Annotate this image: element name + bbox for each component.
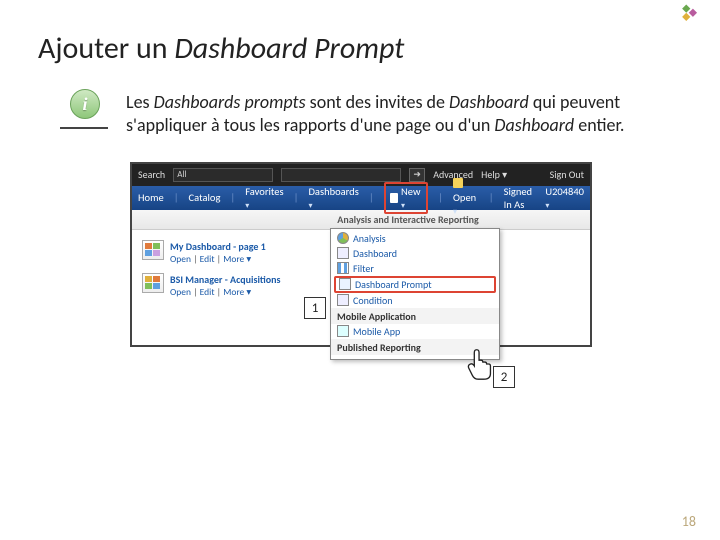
menu-item-filter[interactable]: Filter [331,261,499,276]
menu-item-dashboard[interactable]: Dashboard [331,246,499,261]
nav-open[interactable]: Open [453,178,479,217]
help-menu[interactable]: Help ▾ [481,168,507,181]
navbar: Home | Catalog | Favorites | Dashboards … [132,186,590,210]
menu-item-condition[interactable]: Condition [331,293,499,308]
open-icon [453,178,463,188]
search-label: Search [138,168,165,181]
body-area: My Dashboard - page 1 Open | Edit | More… [132,230,590,345]
filter-icon [337,262,349,274]
nav-favorites[interactable]: Favorites [245,185,283,211]
list-item: BSI Manager - Acquisitions Open | Edit |… [142,273,322,298]
signed-in-as: Signed In As [504,185,536,211]
slide-title-italic: Dashboard Prompt [174,30,404,67]
signout-link[interactable]: Sign Out [550,168,584,181]
list-item: My Dashboard - page 1 Open | Edit | More… [142,240,322,265]
dashboard-link[interactable]: BSI Manager - Acquisitions [170,273,281,286]
open-link[interactable]: Open [170,253,191,265]
menu-item-dashboard-prompt[interactable]: Dashboard Prompt [334,276,496,293]
new-menu-dropdown: Analysis Dashboard Filter Dashboard Prom… [330,228,500,360]
info-glyph: i [70,89,100,119]
topbar: Search All ➜ Advanced Help ▾ Sign Out [132,164,590,186]
recent-dashboards: My Dashboard - page 1 Open | Edit | More… [132,230,328,345]
dashboard-icon [337,247,349,259]
search-go-button[interactable]: ➜ [409,168,425,182]
dashboard-icon [142,273,164,293]
nav-catalog[interactable]: Catalog [189,191,221,204]
edit-link[interactable]: Edit [200,286,215,298]
analysis-icon [337,232,349,244]
section-heading: Analysis and Interactive Reporting [132,210,590,230]
search-scope-dropdown[interactable]: All [173,168,273,182]
nav-new-button[interactable]: New [384,182,428,214]
nav-dashboards[interactable]: Dashboards [308,185,358,211]
prompt-icon [339,278,351,290]
callout-1: 1 [304,297,326,319]
nav-home[interactable]: Home [138,191,164,204]
more-link[interactable]: More ▾ [223,286,251,298]
new-icon [390,193,398,203]
dashboard-icon [142,240,164,260]
slide-title: Ajouter un Dashboard Prompt [0,0,720,67]
page-number: 18 [682,513,696,530]
edit-link[interactable]: Edit [200,253,215,265]
intro-row: i Les Dashboards prompts sont des invite… [0,67,720,138]
dashboard-actions: Open | Edit | More ▾ [170,253,266,265]
info-icon: i [60,91,108,129]
menu-heading-mobile: Mobile Application [331,308,499,324]
corner-logo [680,4,700,24]
user-menu[interactable]: U204840 [545,185,584,211]
menu-heading-published: Published Reporting [331,339,499,355]
mobile-icon [337,325,349,337]
menu-item-mobile-app[interactable]: Mobile App [331,324,499,339]
screenshot: Search All ➜ Advanced Help ▾ Sign Out Ho… [130,162,592,347]
condition-icon [337,294,349,306]
menu-item-analysis[interactable]: Analysis [331,231,499,246]
open-link[interactable]: Open [170,286,191,298]
intro-text: Les Dashboards prompts sont des invites … [126,91,626,138]
dashboard-actions: Open | Edit | More ▾ [170,286,281,298]
more-link[interactable]: More ▾ [223,253,251,265]
search-input[interactable] [281,168,401,182]
callout-2: 2 [493,366,515,388]
slide-title-prefix: Ajouter un [38,30,174,67]
dashboard-link[interactable]: My Dashboard - page 1 [170,240,266,253]
